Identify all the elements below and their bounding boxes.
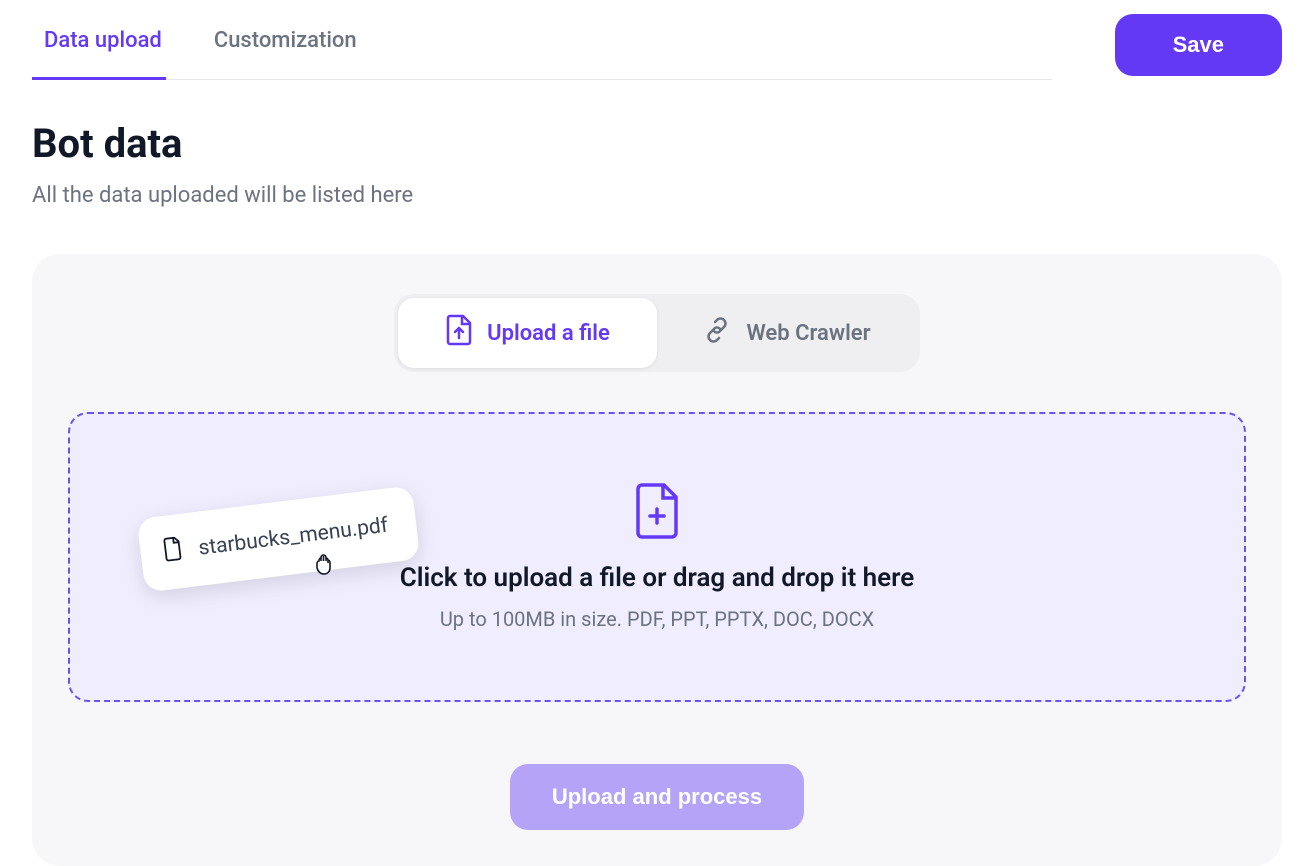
dropzone-title: Click to upload a file or drag and drop … xyxy=(400,563,915,593)
dropzone[interactable]: Click to upload a file or drag and drop … xyxy=(68,412,1246,702)
tab-data-upload[interactable]: Data upload xyxy=(32,10,166,80)
tab-customization[interactable]: Customization xyxy=(202,10,361,80)
file-upload-icon xyxy=(445,314,473,352)
mode-switch: Upload a file Web Crawler xyxy=(394,294,920,372)
tabs: Data upload Customization xyxy=(32,10,1052,80)
dragging-file-name: starbucks_menu.pdf xyxy=(197,514,389,561)
dropzone-hint: Up to 100MB in size. PDF, PPT, PPTX, DOC… xyxy=(440,607,874,631)
mode-upload-file[interactable]: Upload a file xyxy=(398,298,657,368)
dragging-file-chip: starbucks_menu.pdf xyxy=(137,485,421,592)
file-add-icon xyxy=(632,483,682,543)
upload-process-button[interactable]: Upload and process xyxy=(510,764,804,830)
save-button[interactable]: Save xyxy=(1115,14,1282,76)
upload-panel: Upload a file Web Crawler Click to uploa… xyxy=(32,254,1282,866)
mode-web-crawler[interactable]: Web Crawler xyxy=(657,298,916,368)
page-subtitle: All the data uploaded will be listed her… xyxy=(32,183,1282,208)
link-icon xyxy=(702,315,732,351)
mode-upload-label: Upload a file xyxy=(487,321,610,346)
mode-crawler-label: Web Crawler xyxy=(746,321,870,346)
page-title: Bot data xyxy=(32,120,1282,167)
document-icon xyxy=(161,536,185,568)
